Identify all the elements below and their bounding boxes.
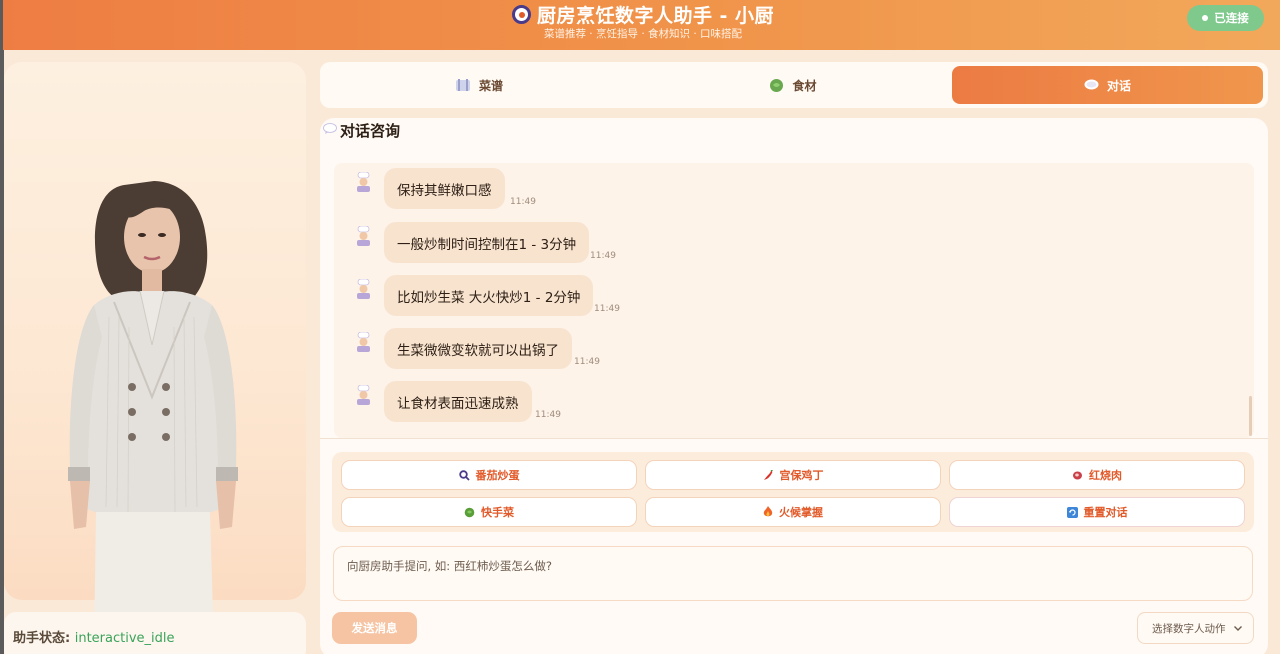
chef-avatar-icon	[357, 172, 370, 192]
ingredient-icon	[770, 78, 784, 92]
refresh-icon	[1066, 506, 1078, 518]
chili-icon	[763, 469, 773, 480]
fire-icon	[763, 506, 773, 517]
question-input[interactable]	[333, 546, 1253, 601]
connection-dot-icon	[1202, 15, 1209, 21]
digital-human-action-select[interactable]: 选择数字人动作	[1137, 612, 1254, 644]
digital-human-panel	[4, 62, 306, 652]
send-message-button[interactable]: 发送消息	[332, 612, 417, 644]
assistant-status-card: 助手状态: interactive_idle	[4, 612, 306, 654]
quick-button-heat-control[interactable]: 火候掌握	[645, 497, 941, 527]
magnifier-logo-icon	[511, 5, 531, 24]
tab-ingredients-label: 食材	[792, 78, 817, 93]
connection-label: 已连接	[1214, 11, 1249, 25]
message-time: 11:49	[535, 410, 561, 420]
quick-button-label: 重置对话	[1083, 506, 1128, 519]
message-time: 11:49	[574, 357, 600, 367]
chef-avatar-icon	[357, 279, 370, 299]
tab-recipes-label: 菜谱	[478, 78, 503, 93]
chef-avatar-icon	[357, 332, 370, 352]
chef-avatar-icon	[357, 226, 370, 246]
main-tabs: 菜谱 食材 对话	[320, 62, 1268, 108]
quick-button-kungpao-chicken[interactable]: 宫保鸡丁	[645, 460, 941, 490]
chat-title: 对话咨询	[323, 120, 400, 141]
vegetable-icon	[464, 507, 475, 517]
chat-icon	[1084, 79, 1099, 90]
chat-divider	[320, 438, 1268, 439]
tab-recipes[interactable]: 菜谱	[324, 66, 634, 104]
app-header: 厨房烹饪数字人助手 - 小厨 菜谱推荐 · 烹饪指导 · 食材知识 · 口味搭配…	[0, 0, 1280, 50]
tab-chat[interactable]: 对话	[952, 66, 1263, 104]
assistant-status-value: interactive_idle	[74, 631, 175, 646]
message-bubble: 生菜微微变软就可以出锅了	[384, 328, 572, 369]
connection-badge: 已连接	[1187, 5, 1264, 31]
quick-button-quick-dishes[interactable]: 快手菜	[341, 497, 637, 527]
quick-button-tomato-egg[interactable]: 番茄炒蛋	[341, 460, 637, 490]
digital-human-avatar	[68, 181, 238, 652]
message-time: 11:49	[590, 251, 616, 261]
app-title-text: 厨房烹饪数字人助手 - 小厨	[536, 5, 775, 27]
search-icon	[458, 469, 470, 481]
quick-button-label: 快手菜	[481, 506, 514, 519]
quick-button-label: 宫保鸡丁	[779, 469, 824, 482]
tab-ingredients[interactable]: 食材	[638, 66, 948, 104]
quick-button-label: 红烧肉	[1089, 469, 1122, 482]
quick-button-braised-pork[interactable]: 红烧肉	[949, 460, 1245, 490]
message-bubble: 让食材表面迅速成熟	[384, 381, 532, 422]
message-time: 11:49	[594, 304, 620, 314]
reset-chat-button[interactable]: 重置对话	[949, 497, 1245, 527]
send-message-label: 发送消息	[351, 623, 398, 635]
quick-button-label: 番茄炒蛋	[475, 469, 520, 482]
tab-chat-label: 对话	[1106, 78, 1131, 93]
message-bubble: 保持其鲜嫩口感	[384, 168, 505, 209]
chevron-down-icon	[1234, 626, 1242, 631]
app-subtitle: 菜谱推荐 · 烹饪指导 · 食材知识 · 口味搭配	[543, 28, 743, 40]
chef-avatar-icon	[357, 385, 370, 405]
message-bubble: 比如炒生菜 大火快炒1 - 2分钟	[384, 275, 594, 316]
assistant-status-label: 助手状态:	[13, 631, 71, 646]
recipe-icon	[455, 79, 470, 91]
chat-title-text: 对话咨询	[340, 122, 401, 140]
quick-button-label: 火候掌握	[779, 506, 823, 519]
assistant-status: 助手状态: interactive_idle	[13, 627, 175, 646]
message-list-scrollbar[interactable]	[1249, 396, 1252, 436]
action-select-value: 选择数字人动作	[1152, 622, 1226, 635]
speech-bubble-icon	[323, 123, 337, 134]
message-bubble: 一般炒制时间控制在1 - 3分钟	[384, 222, 590, 263]
message-time: 11:49	[510, 197, 536, 207]
meat-icon	[1073, 471, 1082, 479]
app-title: 厨房烹饪数字人助手 - 小厨	[3, 1, 1280, 28]
